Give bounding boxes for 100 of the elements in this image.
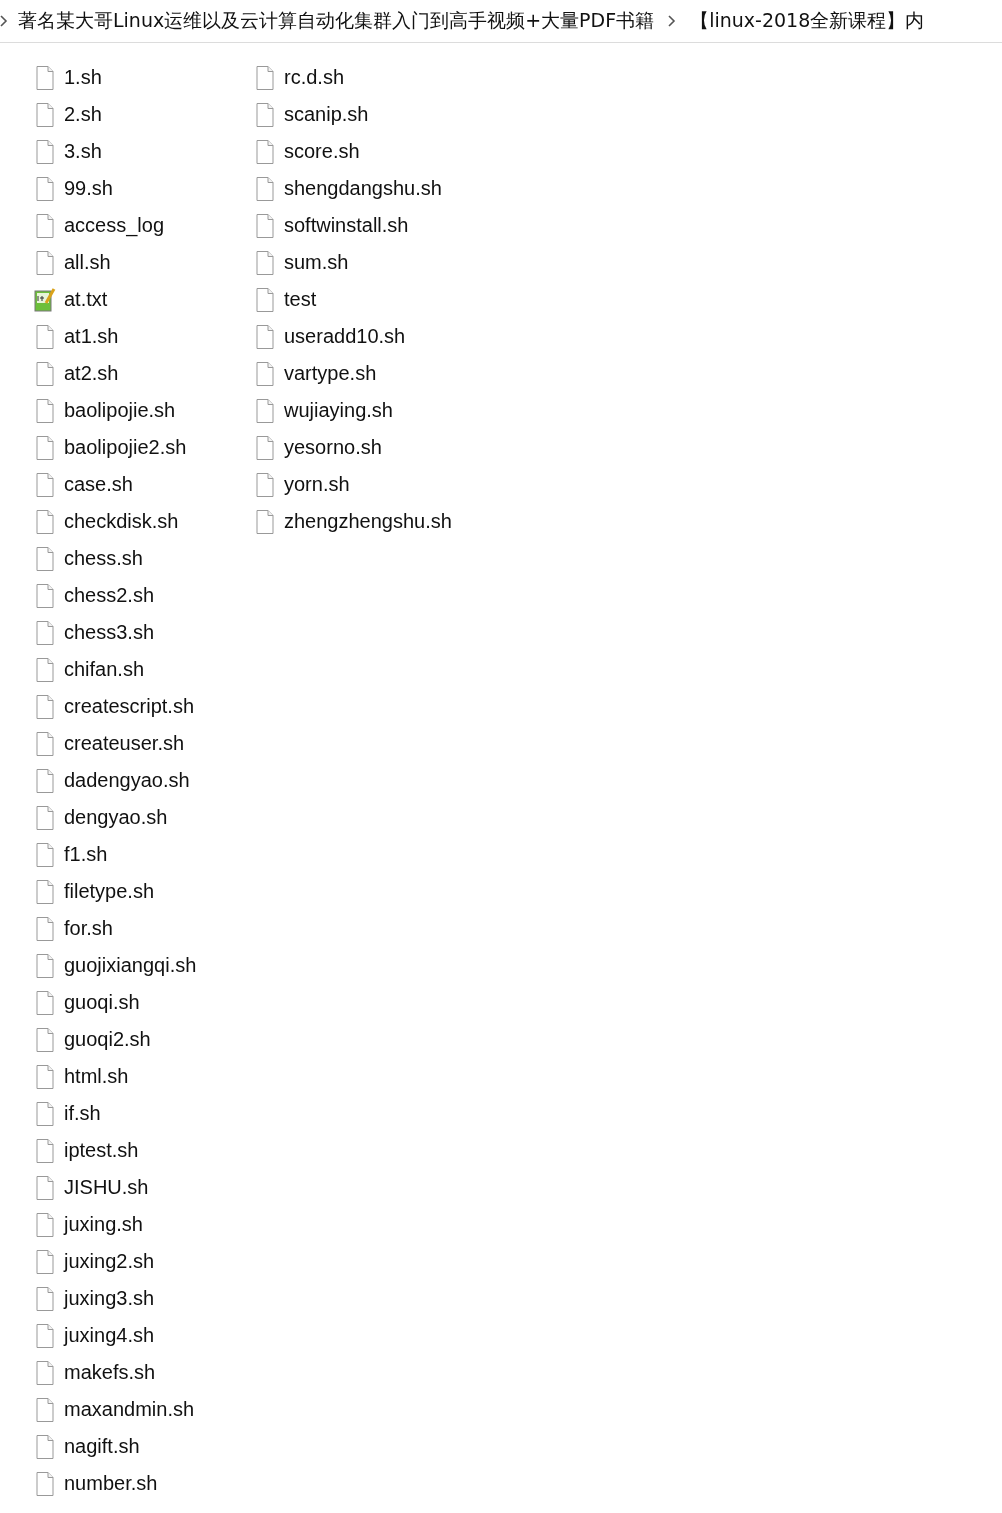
file-name[interactable]: f1.sh [64, 843, 108, 866]
file-name[interactable]: softwinstall.sh [284, 214, 409, 237]
file-icon [34, 1211, 56, 1238]
file-icon [254, 138, 276, 165]
file-name[interactable]: chifan.sh [64, 658, 145, 681]
file-icon [34, 619, 56, 646]
file-icon [34, 1137, 56, 1164]
file-icon [254, 101, 276, 128]
file-name[interactable]: juxing.sh [64, 1213, 143, 1236]
file-name[interactable]: 1.sh [64, 66, 102, 89]
file-icon [34, 1285, 56, 1312]
file-icon [254, 508, 276, 535]
file-name[interactable]: baolipojie2.sh [64, 436, 187, 459]
file-icon [34, 175, 56, 202]
file-name[interactable]: scanip.sh [284, 103, 369, 126]
file-name[interactable]: chess2.sh [64, 584, 155, 607]
file-icon [34, 952, 56, 979]
file-name[interactable]: nagift.sh [64, 1435, 140, 1458]
file-name[interactable]: number.sh [64, 1472, 158, 1495]
file-name[interactable]: vartype.sh [284, 362, 377, 385]
file-name[interactable]: at1.sh [64, 325, 119, 348]
file-icon [34, 397, 56, 424]
file-icon [34, 693, 56, 720]
file-name[interactable]: 2.sh [64, 103, 102, 126]
file-name[interactable]: if.sh [64, 1102, 101, 1125]
file-icon [34, 915, 56, 942]
file-name[interactable]: at.txt [64, 288, 108, 311]
file-name[interactable]: filetype.sh [64, 880, 155, 903]
file-name[interactable]: juxing3.sh [64, 1287, 155, 1310]
file-name[interactable]: guojixiangqi.sh [64, 954, 197, 977]
file-name[interactable]: score.sh [284, 140, 360, 163]
file-name[interactable]: 3.sh [64, 140, 102, 163]
file-name[interactable]: rc.d.sh [284, 66, 345, 89]
file-name[interactable]: case.sh [64, 473, 133, 496]
file-name[interactable]: guoqi2.sh [64, 1028, 151, 1051]
file-name[interactable]: test [284, 288, 317, 311]
file-name[interactable]: dadengyao.sh [64, 769, 190, 792]
chevron-icon[interactable] [0, 15, 8, 27]
file-name[interactable]: all.sh [64, 251, 111, 274]
file-icon [34, 471, 56, 498]
file-icon [254, 434, 276, 461]
file-name[interactable]: chess3.sh [64, 621, 155, 644]
file-icon [254, 397, 276, 424]
file-icon [34, 212, 56, 239]
file-icon [254, 323, 276, 350]
file-name[interactable]: wujiaying.sh [284, 399, 393, 422]
text-file-icon [34, 286, 56, 313]
file-name[interactable]: for.sh [64, 917, 113, 940]
file-icon [34, 360, 56, 387]
file-name[interactable]: dengyao.sh [64, 806, 168, 829]
file-name[interactable]: maxandmin.sh [64, 1398, 195, 1421]
file-name[interactable]: JISHU.sh [64, 1176, 149, 1199]
file-name[interactable]: checkdisk.sh [64, 510, 179, 533]
file-icon [34, 1433, 56, 1460]
file-name[interactable]: yesorno.sh [284, 436, 382, 459]
file-name[interactable]: yorn.sh [284, 473, 350, 496]
file-name[interactable]: access_log [64, 214, 165, 237]
file-icon [34, 1248, 56, 1275]
file-name[interactable]: zhengzhengshu.sh [284, 510, 452, 533]
file-icon [254, 175, 276, 202]
file-icon [34, 1063, 56, 1090]
file-icon [34, 841, 56, 868]
file-name[interactable]: createuser.sh [64, 732, 185, 755]
file-name[interactable]: shengdangshu.sh [284, 177, 442, 200]
file-icon [34, 878, 56, 905]
file-icon [34, 64, 56, 91]
file-name[interactable]: 99.sh [64, 177, 113, 200]
file-name[interactable]: sum.sh [284, 251, 349, 274]
file-icon [34, 1026, 56, 1053]
file-icon [34, 804, 56, 831]
file-name[interactable]: guoqi.sh [64, 991, 140, 1014]
file-icon [34, 508, 56, 535]
file-icon [34, 1396, 56, 1423]
file-icon [34, 989, 56, 1016]
file-name[interactable]: iptest.sh [64, 1139, 139, 1162]
chevron-icon[interactable] [668, 15, 677, 27]
file-icon [34, 656, 56, 683]
file-icon [34, 138, 56, 165]
file-icon [34, 249, 56, 276]
file-icon [34, 1470, 56, 1497]
breadcrumb-item[interactable]: 著名某大哥Linux运维以及云计算自动化集群入门到高手视频+大量PDF书籍 [18, 8, 655, 34]
file-icon [34, 1359, 56, 1386]
file-icon [34, 545, 56, 572]
file-name[interactable]: useradd10.sh [284, 325, 406, 348]
file-name[interactable]: makefs.sh [64, 1361, 156, 1384]
file-name[interactable]: html.sh [64, 1065, 129, 1088]
file-name[interactable]: juxing2.sh [64, 1250, 155, 1273]
file-icon [34, 767, 56, 794]
breadcrumb-item[interactable]: 【linux-2018全新课程】内 [690, 8, 925, 34]
file-name[interactable]: chess.sh [64, 547, 143, 570]
file-icon [254, 64, 276, 91]
file-icon [34, 323, 56, 350]
file-name[interactable]: at2.sh [64, 362, 119, 385]
file-icon [254, 360, 276, 387]
file-icon [34, 1100, 56, 1127]
file-name[interactable]: juxing4.sh [64, 1324, 155, 1347]
file-icon [34, 1174, 56, 1201]
file-name[interactable]: baolipojie.sh [64, 399, 176, 422]
file-icon [254, 249, 276, 276]
file-name[interactable]: createscript.sh [64, 695, 195, 718]
